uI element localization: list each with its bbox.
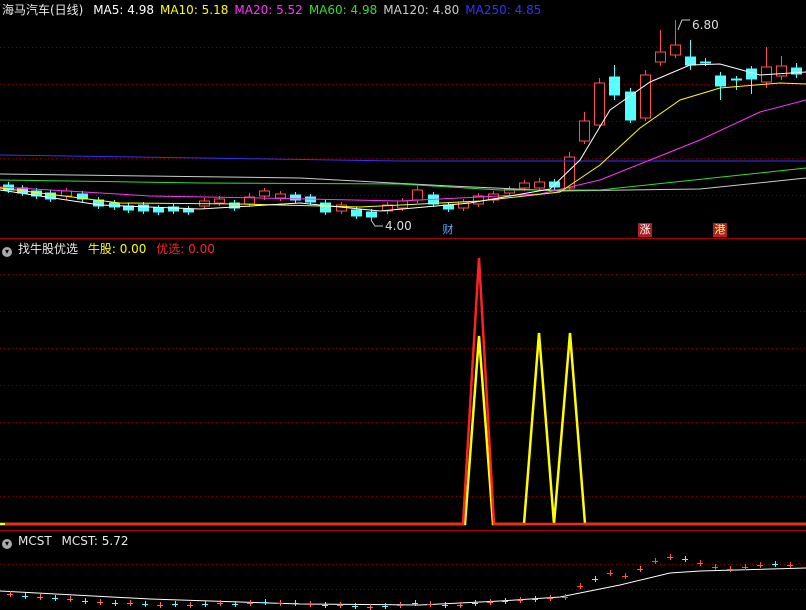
candle-body [655,51,666,63]
youxuan-value: 0.00 [188,242,215,256]
candle-body [731,78,742,81]
indicator-menu-icon[interactable]: ▾ [2,247,12,257]
indicator-legend: ▾ 找牛股优选 牛股: 0.00 优选: 0.00 [2,241,221,257]
mcst-menu-icon[interactable]: ▾ [2,539,12,549]
candle-body [519,182,530,189]
candle-body [366,211,377,218]
indicator-name: 找牛股优选 [18,242,79,256]
candle-body [214,198,225,204]
event-marker[interactable]: 港 [713,223,727,237]
niugu-legend: 牛股: 0.00 [88,242,147,256]
mcst-label: MCST: [61,534,98,548]
indicator-chart[interactable] [0,239,806,531]
candle-body [259,190,270,197]
niugu-value: 0.00 [119,242,147,256]
candle-body [594,82,605,126]
candle-body [320,202,331,213]
candle-body [685,56,696,66]
niugu-label: 牛股: [87,242,116,256]
mcst-name: MCST [18,534,52,548]
low-price-label: 4.00 [385,219,412,233]
ma-legend-item: MA120: 4.80 [383,3,460,17]
candle-body [715,75,726,87]
candle-body [61,190,72,197]
candle-body [351,209,362,217]
candle-body [776,65,787,77]
youxuan-legend: 优选: 0.00 [156,242,215,256]
ma-legend-item: MA10: 5.18 [159,3,229,17]
candle-body [670,44,681,56]
candle-body [275,193,286,199]
ma-legend-item: MA60: 4.98 [308,3,378,17]
ma10-line [0,82,806,208]
price-chart-panel[interactable]: 海马汽车(日线) MA5: 4.98 MA10: 5.18 MA20: 5.52 MA… [0,0,806,238]
candle-body [579,120,590,142]
candle-body [700,61,711,64]
ma-legend-item: MA5: 4.98 [93,3,154,17]
ma-legend-item: MA20: 5.52 [234,3,303,17]
ma-legend: MA5: 4.98 MA10: 5.18 MA20: 5.52 MA60: 4.98 M… [93,3,547,17]
event-marker[interactable]: 涨 [638,223,652,237]
youxuan-line [5,257,806,526]
candle-body [138,204,149,212]
mcst-legend: ▾ MCST MCST: 5.72 [2,533,134,549]
mcst-panel[interactable]: ▾ MCST MCST: 5.72 [0,531,806,610]
candlestick-chart[interactable]: 6.80 4.00 [0,0,806,238]
stock-title: 海马汽车(日线) [2,3,84,17]
candle-body [153,207,164,213]
mcst-value: 5.72 [101,534,129,548]
ma120-line [0,173,806,192]
candle-body [534,181,545,189]
low-marker [370,219,383,227]
high-price-label: 6.80 [692,18,719,32]
youxuan-label: 优选: [156,242,185,256]
high-marker [677,19,690,31]
event-marker[interactable]: 财 [441,223,455,237]
ma20-line [0,99,806,202]
price-legend: 海马汽车(日线) MA5: 4.98 MA10: 5.18 MA20: 5.52 MA… [2,2,553,18]
candle-body [609,76,620,96]
ma-legend-item: MA250: 4.85 [465,3,542,17]
ma60-line [0,167,806,191]
candle-body [412,189,423,201]
mcst-line [0,567,806,606]
indicator-panel[interactable]: ▾ 找牛股优选 牛股: 0.00 优选: 0.00 [0,239,806,531]
niugu-line [0,332,806,526]
candle-body [183,208,194,213]
candle-body [640,74,651,119]
